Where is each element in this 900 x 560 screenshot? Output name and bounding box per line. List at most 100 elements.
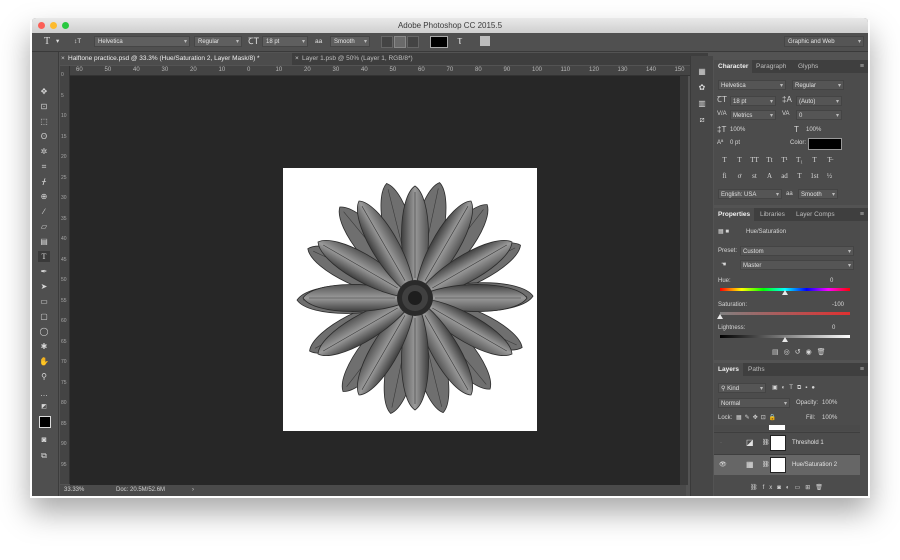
tab-glyphs[interactable]: Glyphs — [794, 60, 822, 73]
char-baseline-shift[interactable]: 0 pt — [730, 138, 740, 148]
adjustments-icon[interactable]: ⧄ — [696, 114, 708, 125]
character-panel-toggle-icon[interactable] — [480, 36, 490, 46]
char-horizontal-scale[interactable]: 100% — [806, 125, 821, 135]
char-color-swatch[interactable] — [808, 138, 842, 150]
vertical-scrollbar[interactable] — [680, 76, 688, 485]
char-font-family[interactable]: Helvetica ▾ — [718, 80, 786, 90]
zoom-level[interactable]: 33.33% — [64, 485, 84, 496]
tab-character[interactable]: Character — [714, 60, 753, 73]
magic-wand-icon[interactable]: ✲ — [38, 146, 50, 157]
artboard-tool-icon[interactable]: ⊡ — [38, 101, 50, 112]
default-colors-icon[interactable]: ◩ — [38, 402, 50, 413]
quick-mask-icon[interactable]: ◙ — [38, 434, 50, 445]
eye-icon[interactable]: 👁 — [719, 455, 727, 475]
lightness-value[interactable]: 0 — [832, 323, 835, 333]
blend-mode-select[interactable]: Normal ▾ — [718, 398, 790, 408]
text-style-button[interactable]: Tt — [763, 156, 776, 164]
minimize-window-button[interactable] — [50, 22, 57, 29]
eraser-tool-icon[interactable]: ▱ — [38, 221, 50, 232]
tab-layer-comps[interactable]: Layer Comps — [792, 208, 839, 221]
layer-mask-thumbnail[interactable] — [770, 435, 786, 451]
close-icon[interactable]: × — [295, 53, 299, 65]
layer-filter-icons[interactable]: ▣◐T⧉▪● — [772, 383, 819, 393]
custom-shape-icon[interactable]: ✱ — [38, 341, 50, 352]
saturation-slider-thumb[interactable] — [717, 314, 723, 319]
layer-row-threshold[interactable]: · ◪ ⛓ Threshold 1 — [714, 432, 860, 453]
more-tools-icon[interactable]: … — [38, 388, 50, 399]
crop-tool-icon[interactable]: ⌗ — [38, 161, 50, 172]
saturation-value[interactable]: -100 — [832, 300, 844, 310]
tab-libraries[interactable]: Libraries — [756, 208, 789, 221]
text-style-button[interactable]: T — [808, 156, 821, 164]
brush-presets-icon[interactable]: ✿ — [696, 82, 708, 93]
type-tool-icon[interactable]: T — [38, 251, 50, 262]
font-family-select[interactable]: Helvetica ▾ — [94, 36, 190, 47]
type-tool-preset[interactable]: T — [44, 36, 50, 47]
tab-properties[interactable]: Properties — [714, 208, 755, 221]
move-tool-icon[interactable]: ✥ — [38, 86, 50, 97]
close-icon[interactable]: × — [61, 53, 65, 65]
text-style-button[interactable]: TT — [748, 156, 761, 164]
marquee-tool-icon[interactable]: ⬚ — [38, 116, 50, 127]
visibility-off-icon[interactable]: · — [720, 433, 722, 453]
text-style-button[interactable]: T — [733, 156, 746, 164]
layer-name[interactable]: Hue/Saturation 2 — [792, 455, 837, 475]
warp-text-icon[interactable]: Ⲧ — [457, 36, 463, 47]
close-window-button[interactable] — [38, 22, 45, 29]
text-orientation-icon[interactable]: ↕T — [74, 36, 81, 47]
tab-layers[interactable]: Layers — [714, 363, 743, 376]
opentype-button[interactable]: 1st — [808, 172, 821, 180]
targeted-adjustment-icon[interactable]: ☚ — [721, 260, 726, 270]
panel-menu-icon[interactable]: ≡ — [860, 363, 864, 376]
opentype-button[interactable]: st — [748, 172, 761, 180]
path-selection-icon[interactable]: ➤ — [38, 281, 50, 292]
saturation-slider[interactable] — [720, 312, 850, 315]
opentype-button[interactable]: A — [763, 172, 776, 180]
eyedropper-icon[interactable]: ᚋ — [38, 176, 50, 187]
tab-paths[interactable]: Paths — [744, 363, 769, 376]
history-icon[interactable]: ▦ — [696, 66, 708, 77]
rounded-rectangle-icon[interactable]: ▢ — [38, 311, 50, 322]
text-color-swatch[interactable] — [430, 36, 448, 48]
opentype-button[interactable]: T — [793, 172, 806, 180]
opentype-button[interactable]: ad — [778, 172, 791, 180]
opentype-button[interactable]: fi — [718, 172, 731, 180]
layers-footer-icons[interactable]: ⛓fx◙◐▭⊞🗑 — [750, 483, 828, 493]
char-antialias[interactable]: Smooth ▾ — [798, 189, 838, 199]
font-size-select[interactable]: 18 pt ▾ — [262, 36, 308, 47]
layer-row-hue-saturation[interactable]: 👁 ▦ ⛓ Hue/Saturation 2 — [714, 454, 860, 475]
hue-slider-thumb[interactable] — [782, 290, 788, 295]
gradient-tool-icon[interactable]: ▤ — [38, 236, 50, 247]
document-canvas[interactable] — [283, 168, 537, 431]
opacity-value[interactable]: 100% — [822, 398, 837, 408]
char-language[interactable]: English: USA ▾ — [718, 189, 782, 199]
char-vertical-scale[interactable]: 100% — [730, 125, 745, 135]
ellipse-tool-icon[interactable]: ◯ — [38, 326, 50, 337]
char-font-size[interactable]: 18 pt ▾ — [730, 96, 776, 106]
chevron-down-icon[interactable]: ▾ — [56, 36, 59, 47]
lightness-slider-thumb[interactable] — [782, 337, 788, 342]
lasso-tool-icon[interactable]: ʘ — [38, 131, 50, 142]
text-style-button[interactable]: T₁ — [793, 156, 806, 164]
char-font-style[interactable]: Regular ▾ — [792, 80, 844, 90]
layer-row-partial[interactable] — [714, 425, 860, 431]
hand-tool-icon[interactable]: ✋ — [38, 356, 50, 367]
opentype-button[interactable]: ½ — [823, 172, 836, 180]
channel-select[interactable]: Master ▾ — [740, 260, 854, 270]
canvas-area[interactable] — [70, 76, 686, 485]
align-left-icon[interactable] — [381, 36, 393, 48]
tab-paragraph[interactable]: Paragraph — [752, 60, 790, 73]
text-style-button[interactable]: T̶ — [823, 156, 836, 164]
properties-footer-icons[interactable]: ▤◎↺◉🗑 — [772, 348, 831, 358]
char-leading[interactable]: (Auto) ▾ — [796, 96, 842, 106]
swatches-icon[interactable]: ▥ — [696, 98, 708, 109]
tab-layer-1[interactable]: × Layer 1.psb @ 50% (Layer 1, RGB/8*) — [294, 53, 454, 65]
layer-mask-thumbnail[interactable] — [770, 457, 786, 473]
tab-halftone-practice[interactable]: × Halftone practice.psd @ 33.3% (Hue/Satu… — [60, 53, 292, 65]
opentype-button[interactable]: ơ — [733, 172, 746, 180]
text-style-button[interactable]: T — [718, 156, 731, 164]
char-kerning[interactable]: Metrics ▾ — [730, 110, 776, 120]
brush-tool-icon[interactable]: ∕ — [38, 206, 50, 217]
font-style-select[interactable]: Regular ▾ — [194, 36, 242, 47]
status-menu-arrow[interactable]: › — [192, 485, 194, 496]
